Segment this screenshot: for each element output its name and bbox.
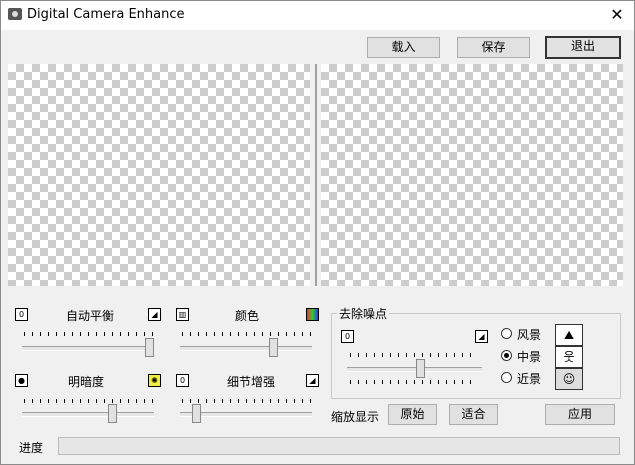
camera-app-icon [8, 8, 22, 20]
brightness-slider[interactable] [108, 404, 118, 423]
auto-balance-track [22, 346, 154, 351]
midrange-radio[interactable] [501, 350, 512, 361]
auto-balance-ticks [24, 332, 154, 336]
auto-balance-slider[interactable] [145, 338, 154, 357]
progress-label: 进度 [19, 441, 44, 455]
save-button[interactable]: 保存 [457, 37, 530, 58]
zoom-fit-button[interactable]: 适合 [449, 404, 498, 425]
brightness-ticks [24, 399, 154, 403]
apply-button[interactable]: 应用 [545, 404, 615, 425]
detail-high-icon: ◢ [306, 374, 319, 387]
enhanced-image-preview [321, 64, 623, 286]
balance-high-icon: ◢ [148, 308, 161, 321]
brightness-high-icon: ✺ [148, 374, 161, 387]
zoom-original-button[interactable]: 原始 [388, 404, 437, 425]
color-label: 颜色 [235, 309, 260, 323]
landscape-icon: ⛰ [555, 324, 583, 346]
color-ticks [182, 332, 312, 336]
denoise-title: 去除噪点 [337, 305, 390, 322]
balance-low-icon: 0 [15, 308, 28, 321]
preview-divider[interactable] [315, 64, 317, 286]
load-button[interactable]: 载入 [367, 37, 440, 58]
detail-low-icon: 0 [176, 374, 189, 387]
detail-slider[interactable] [192, 404, 202, 423]
denoise-track [347, 367, 482, 372]
color-low-icon: ▥ [176, 308, 189, 321]
color-high-icon [306, 308, 319, 321]
landscape-label: 风景 [517, 328, 542, 342]
landscape-radio[interactable] [501, 328, 512, 339]
midrange-label: 中景 [517, 350, 542, 364]
window-title: Digital Camera Enhance [27, 7, 185, 22]
color-slider[interactable] [268, 338, 278, 357]
face-icon: ☺ [555, 368, 583, 390]
color-track [180, 346, 312, 351]
brightness-track [22, 412, 154, 417]
closeup-radio[interactable] [501, 372, 512, 383]
brightness-low-icon: ● [15, 374, 28, 387]
brightness-label: 明暗度 [68, 375, 105, 389]
close-icon[interactable]: ✕ [601, 3, 633, 27]
denoise-ticks-top [350, 353, 478, 357]
progress-bar [58, 437, 620, 455]
original-image-preview [8, 64, 310, 286]
detail-label: 细节增强 [227, 375, 276, 389]
denoise-slider[interactable] [416, 359, 426, 378]
closeup-label: 近景 [517, 372, 542, 386]
auto-balance-label: 自动平衡 [66, 309, 115, 323]
zoom-label: 缩放显示 [331, 410, 380, 424]
denoise-low-icon: 0 [341, 330, 354, 343]
detail-ticks [182, 399, 312, 403]
exit-button[interactable]: 退出 [545, 36, 621, 59]
denoise-high-icon: ◢ [475, 330, 488, 343]
title-bar: Digital Camera Enhance ✕ [0, 0, 635, 30]
people-icon: 웃 [555, 346, 583, 368]
denoise-ticks-bottom [350, 380, 478, 384]
